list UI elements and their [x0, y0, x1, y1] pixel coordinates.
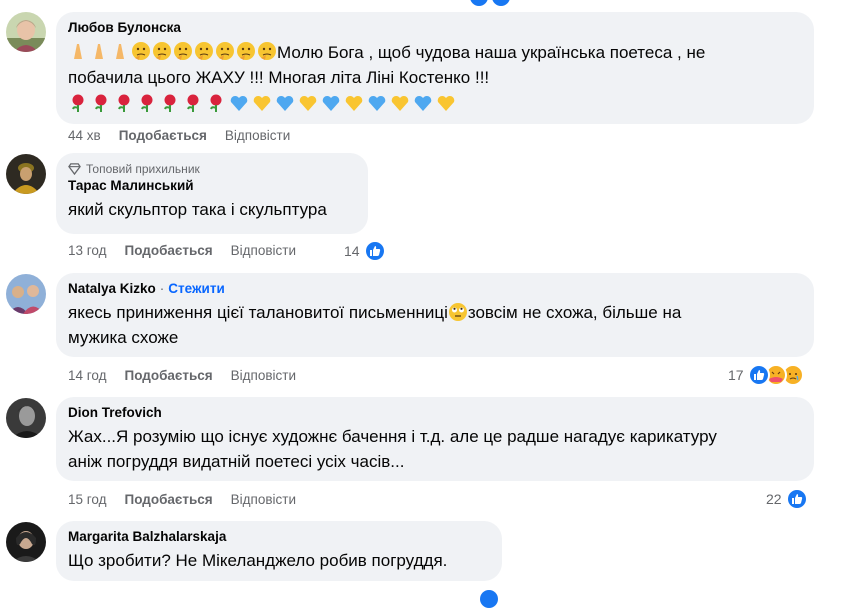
- previous-reactions-stub: [470, 0, 510, 6]
- emoji-row: [68, 92, 802, 114]
- comment-text: Молю Бога , щоб чудова наша українська п…: [68, 40, 802, 90]
- like-reaction-icon: [480, 590, 498, 608]
- rose-icon: [118, 94, 130, 112]
- comment-text-line: Жах...Я розумію що існує художнє бачення…: [68, 427, 717, 446]
- comment-bubble: Dion Trefovich Жах...Я розумію що існує …: [56, 397, 814, 481]
- yellow-heart-icon: [299, 95, 317, 111]
- comment-author[interactable]: Margarita Balzhalarskaja: [68, 528, 490, 546]
- blue-heart-icon: [322, 95, 340, 111]
- reply-button[interactable]: Відповісти: [231, 243, 296, 258]
- avatar[interactable]: [6, 274, 46, 314]
- comment-author[interactable]: Dion Trefovich: [68, 404, 802, 422]
- comment-time[interactable]: 14 год: [68, 368, 106, 383]
- yellow-heart-icon: [345, 95, 363, 111]
- like-button[interactable]: Подобається: [119, 128, 207, 143]
- blue-heart-icon: [230, 95, 248, 111]
- separator-dot: ·: [159, 281, 165, 296]
- rolling-eyes-face-icon: [448, 303, 467, 321]
- diamond-icon: [68, 163, 81, 175]
- reaction-count: 17: [728, 367, 744, 383]
- avatar[interactable]: [6, 12, 46, 52]
- comment-bubble: Любов Булонска Молю Бога , щоб чудова на…: [56, 12, 814, 124]
- rose-icon: [141, 94, 153, 112]
- like-button[interactable]: Подобається: [124, 368, 212, 383]
- rose-icon: [95, 94, 107, 112]
- like-reaction-icon: [492, 0, 510, 6]
- rose-icon: [210, 94, 222, 112]
- comment-bubble: Natalya Kizko · Стежити якесь приниження…: [56, 273, 814, 357]
- comment-text-line: мужика схоже: [68, 328, 179, 347]
- badge-label: Топовий прихильник: [86, 161, 200, 176]
- comment-text-line: зовсім не схожа, більше на: [467, 303, 682, 322]
- folded-hands-icon: [95, 44, 103, 59]
- emoji-sequence: [68, 41, 277, 61]
- comment-actions: 44 хв Подобається Відповісти: [68, 128, 308, 143]
- reaction-summary[interactable]: 14: [344, 240, 386, 262]
- like-button[interactable]: Подобається: [124, 243, 212, 258]
- reply-button[interactable]: Відповісти: [225, 128, 290, 143]
- like-reaction-icon: [363, 240, 386, 262]
- reaction-summary[interactable]: 22: [766, 488, 808, 510]
- like-reaction-icon: [785, 488, 808, 510]
- comment-text-line: побачила цього ЖАХУ !!! Многая літа Ліні…: [68, 68, 490, 87]
- comment-author-row: Natalya Kizko · Стежити: [68, 280, 802, 298]
- reply-button[interactable]: Відповісти: [231, 492, 296, 507]
- blue-heart-icon: [276, 95, 294, 111]
- like-reaction-icon: [470, 0, 488, 6]
- reaction-count: 22: [766, 491, 782, 507]
- rose-icon: [72, 94, 84, 112]
- comment-text-line: якесь приниження цієї талановитої письме…: [68, 303, 448, 322]
- comment-bubble: Топовий прихильник Тарас Малинський який…: [56, 153, 368, 234]
- comment-time[interactable]: 13 год: [68, 243, 106, 258]
- thinking-face-icon: [195, 42, 213, 60]
- thinking-face-icon: [258, 42, 276, 60]
- folded-hands-icon: [74, 44, 82, 59]
- avatar[interactable]: [6, 154, 46, 194]
- comment-text-line: аніж погруддя видатній поетесі усіх часі…: [68, 452, 405, 471]
- avatar[interactable]: [6, 398, 46, 438]
- avatar[interactable]: [6, 522, 46, 562]
- follow-button[interactable]: Стежити: [168, 280, 224, 298]
- comment-time[interactable]: 44 хв: [68, 128, 101, 143]
- comment-actions: 15 год Подобається Відповісти: [68, 492, 314, 507]
- comment-author[interactable]: Тарас Малинський: [68, 177, 356, 195]
- comment-text-line: Молю Бога , щоб чудова наша українська п…: [277, 43, 706, 62]
- comment-time[interactable]: 15 год: [68, 492, 106, 507]
- comment-actions: 13 год Подобається Відповісти: [68, 243, 314, 258]
- thinking-face-icon: [132, 42, 150, 60]
- comment-author[interactable]: Natalya Kizko: [68, 280, 156, 298]
- reaction-count: 14: [344, 243, 360, 259]
- comment-bubble: Margarita Balzhalarskaja Що зробити? Не …: [56, 521, 502, 581]
- thinking-face-icon: [237, 42, 255, 60]
- yellow-heart-icon: [437, 95, 455, 111]
- blue-heart-icon: [368, 95, 386, 111]
- like-button[interactable]: Подобається: [124, 492, 212, 507]
- comment-text: якесь приниження цієї талановитої письме…: [68, 300, 802, 350]
- comment-actions: 14 год Подобається Відповісти: [68, 368, 314, 383]
- thinking-face-icon: [216, 42, 234, 60]
- rose-icon: [164, 94, 176, 112]
- thinking-face-icon: [174, 42, 192, 60]
- thinking-face-icon: [153, 42, 171, 60]
- comment-text: Що зробити? Не Мікеланджело робив погруд…: [68, 551, 448, 570]
- reaction-summary[interactable]: 17: [728, 364, 804, 386]
- yellow-heart-icon: [253, 95, 271, 111]
- rose-icon: [187, 94, 199, 112]
- folded-hands-icon: [116, 44, 124, 59]
- top-fan-badge: Топовий прихильник: [68, 160, 356, 177]
- yellow-heart-icon: [391, 95, 409, 111]
- comment-text: який скульптор така і скульптура: [68, 200, 327, 219]
- comment-text: Жах...Я розумію що існує художнє бачення…: [68, 424, 802, 474]
- comment-author[interactable]: Любов Булонска: [68, 19, 802, 37]
- reply-button[interactable]: Відповісти: [231, 368, 296, 383]
- like-reaction-icon: [747, 364, 770, 386]
- blue-heart-icon: [414, 95, 432, 111]
